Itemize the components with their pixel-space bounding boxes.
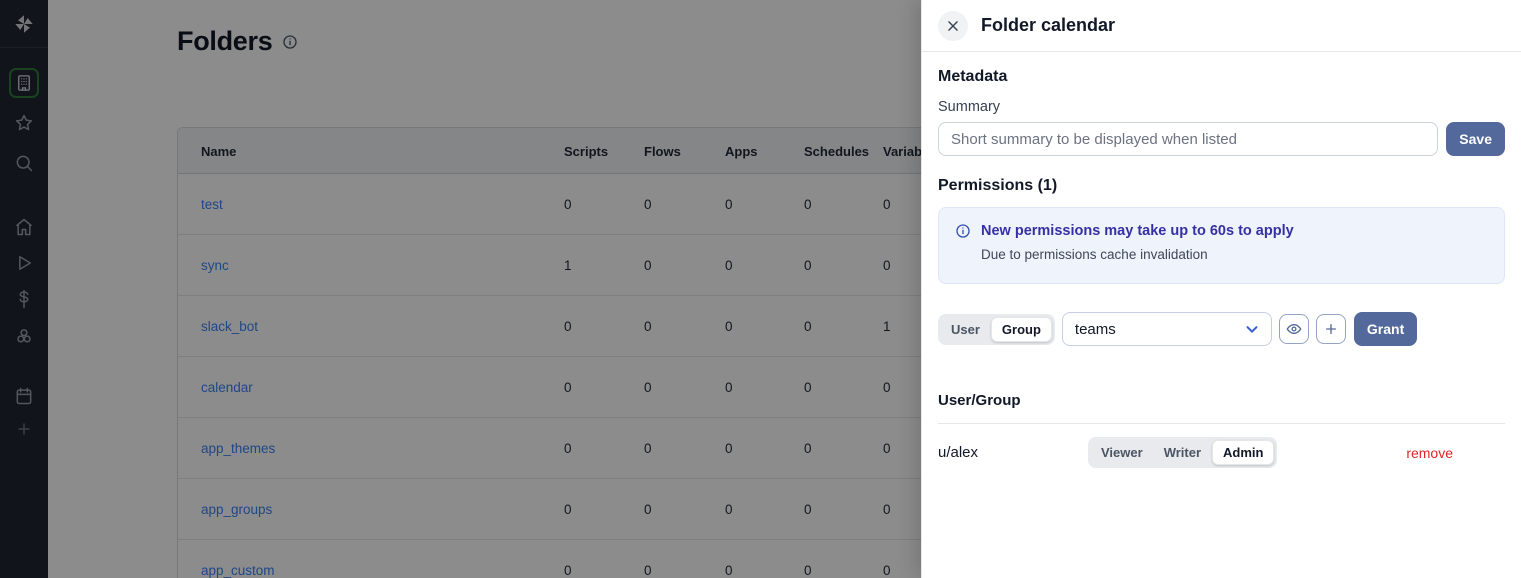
chevron-down-icon xyxy=(1243,320,1261,338)
role-writer-button[interactable]: Writer xyxy=(1154,440,1211,465)
group-select-value: teams xyxy=(1075,321,1116,338)
permissions-info-banner: New permissions may take up to 60s to ap… xyxy=(938,207,1505,284)
grant-controls: User Group teams xyxy=(938,312,1505,346)
toggle-user-button[interactable]: User xyxy=(941,317,990,342)
permissions-heading: Permissions (1) xyxy=(938,177,1505,195)
role-toggle: Viewer Writer Admin xyxy=(1088,437,1277,468)
banner-subtitle: Due to permissions cache invalidation xyxy=(981,247,1488,262)
toggle-group-button[interactable]: Group xyxy=(991,317,1052,342)
grant-button[interactable]: Grant xyxy=(1354,312,1417,346)
summary-label: Summary xyxy=(938,99,1505,115)
preview-permissions-button[interactable] xyxy=(1279,314,1309,344)
metadata-heading: Metadata xyxy=(938,68,1505,86)
add-group-button[interactable] xyxy=(1316,314,1346,344)
folder-drawer: Folder calendar Metadata Summary Save Pe… xyxy=(921,0,1521,578)
remove-permission-button[interactable]: remove xyxy=(1406,445,1453,461)
close-icon xyxy=(946,19,960,33)
eye-icon xyxy=(1286,321,1302,337)
app-window: Folders Name Scripts Flows Apps Schedule… xyxy=(0,0,1521,578)
close-button[interactable] xyxy=(938,11,968,41)
user-group-list-heading: User/Group xyxy=(938,392,1505,409)
entry-name: u/alex xyxy=(938,444,1088,461)
role-admin-button[interactable]: Admin xyxy=(1212,440,1274,465)
banner-title: New permissions may take up to 60s to ap… xyxy=(981,223,1294,239)
user-group-toggle: User Group xyxy=(938,314,1055,345)
plus-icon xyxy=(1323,321,1339,337)
permission-entry: u/alex Viewer Writer Admin remove xyxy=(938,424,1505,468)
save-button[interactable]: Save xyxy=(1446,122,1505,156)
drawer-header: Folder calendar xyxy=(922,0,1521,52)
role-viewer-button[interactable]: Viewer xyxy=(1091,440,1153,465)
info-icon xyxy=(955,223,971,239)
group-select[interactable]: teams xyxy=(1062,312,1272,346)
drawer-title: Folder calendar xyxy=(981,15,1115,36)
summary-input[interactable] xyxy=(938,122,1438,156)
